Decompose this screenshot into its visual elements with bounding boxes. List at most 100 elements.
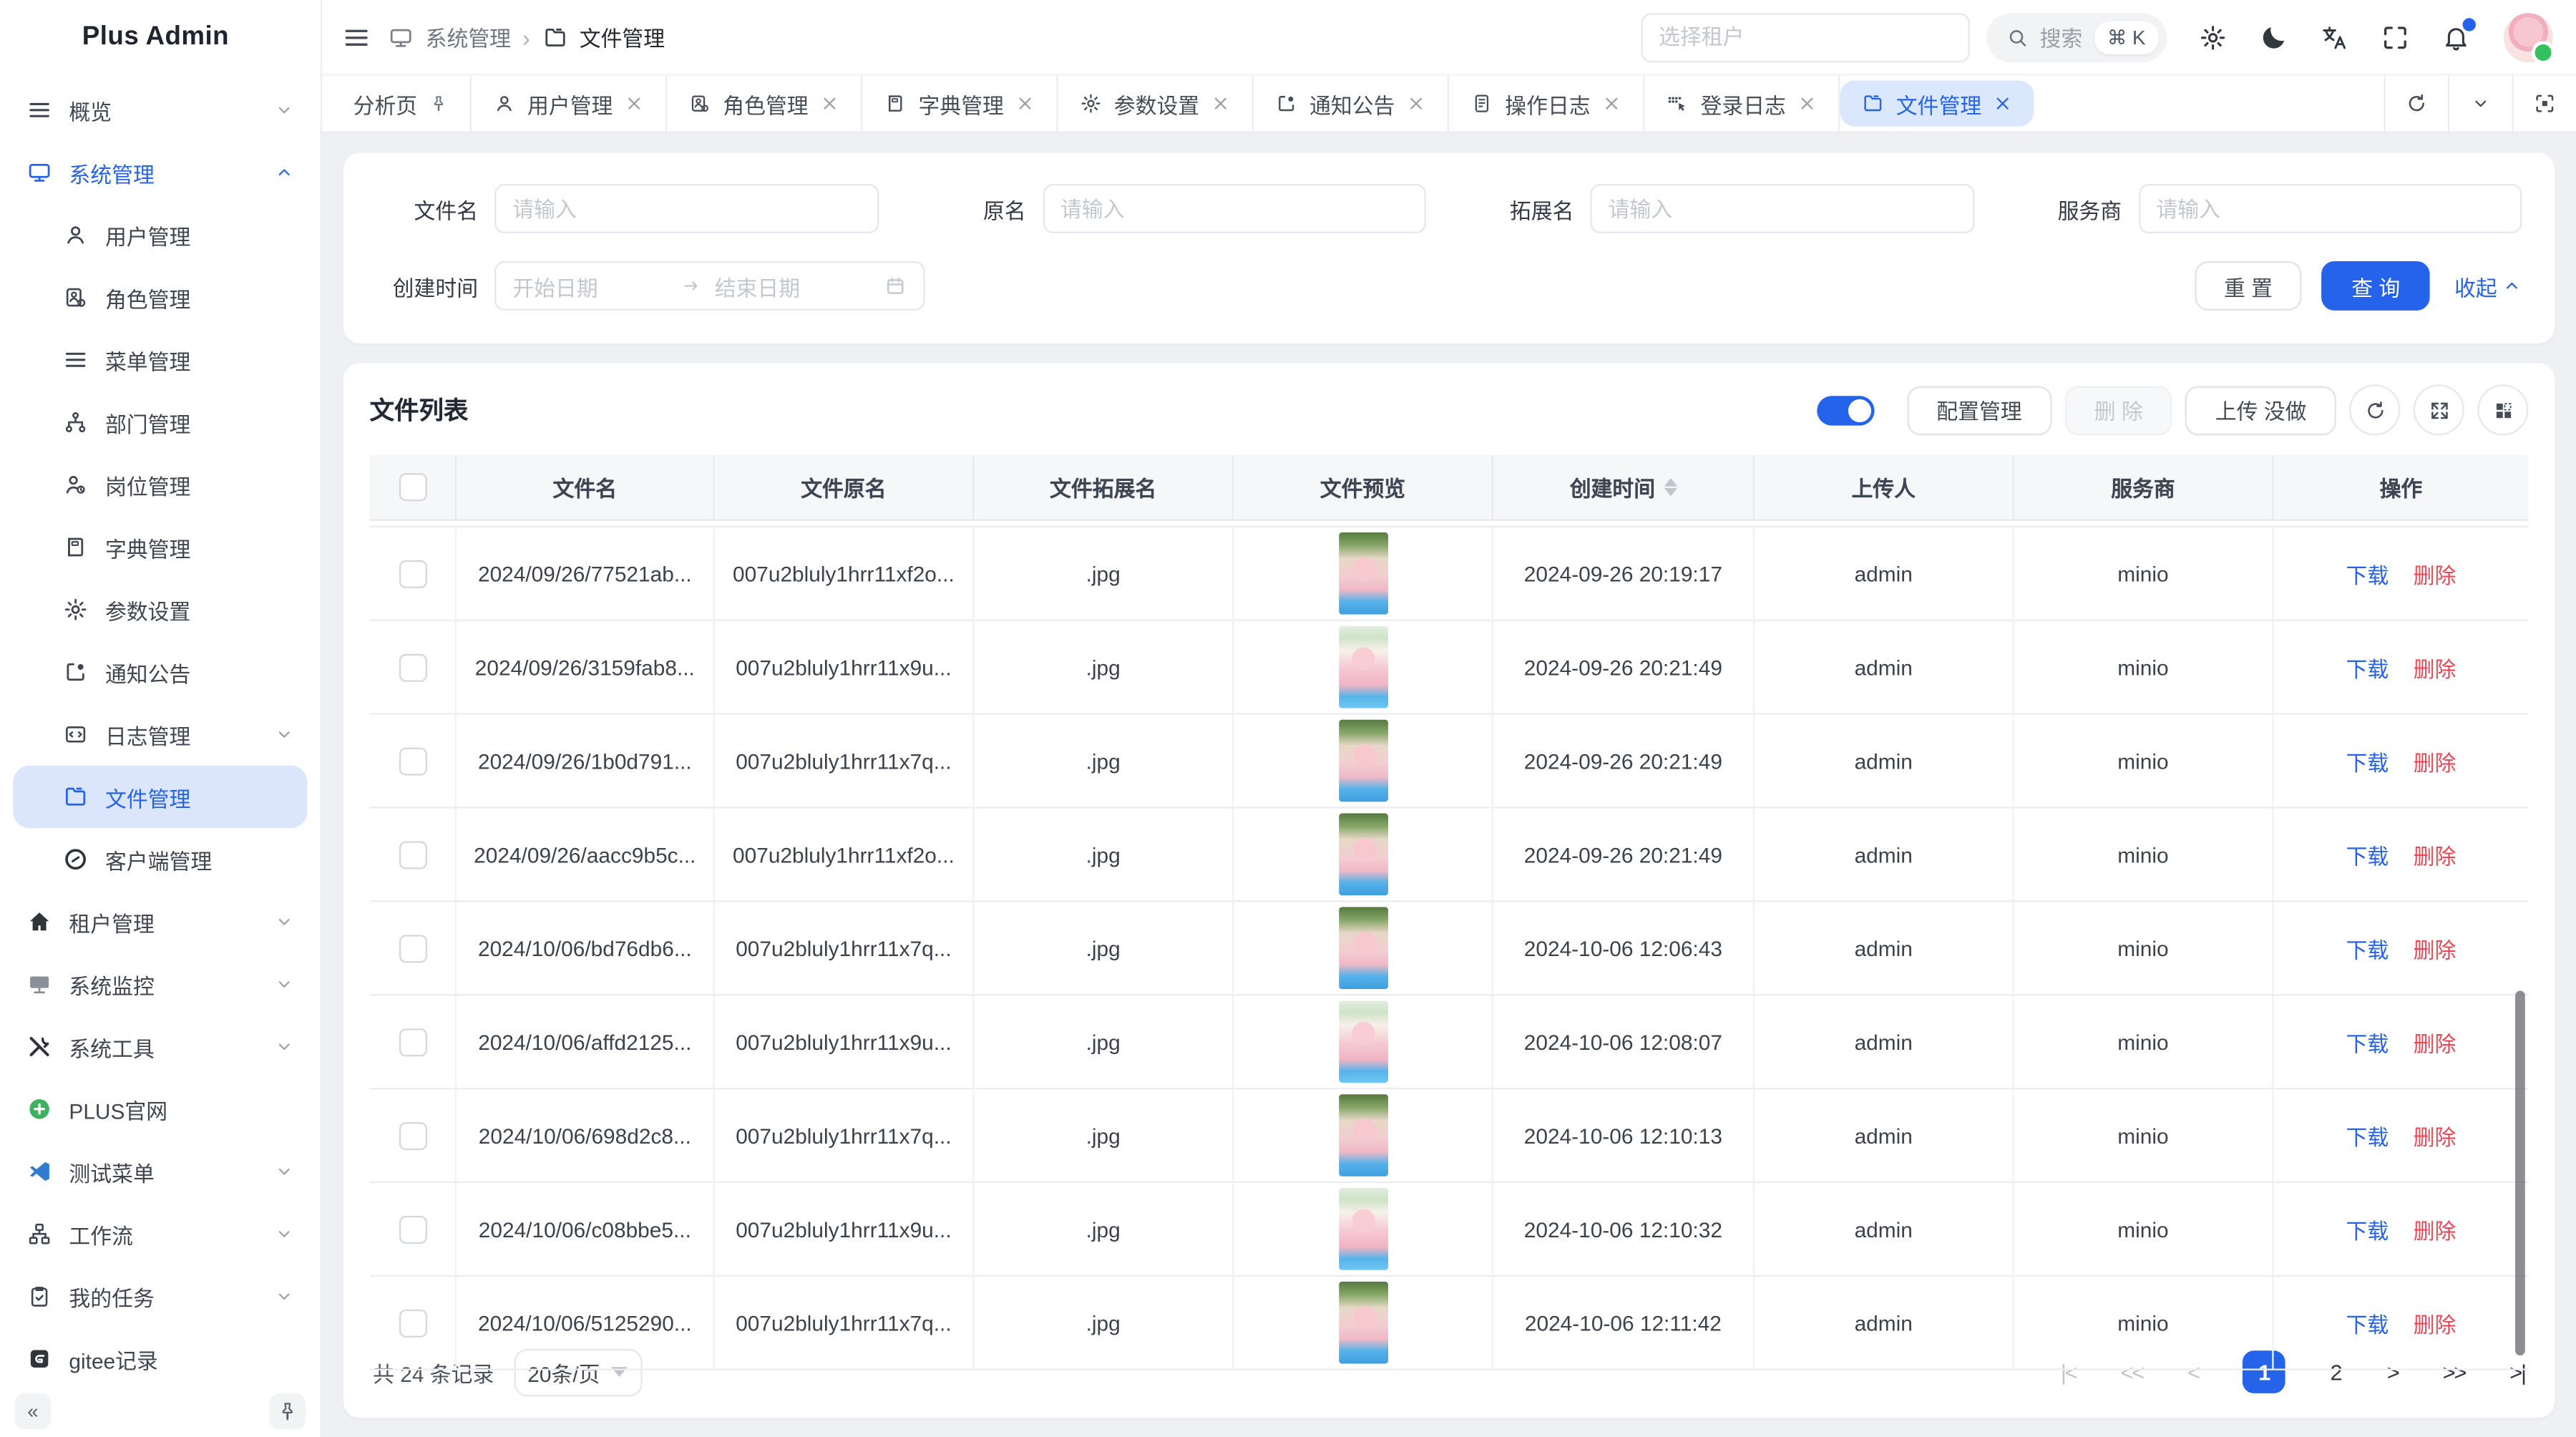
tab-analysis[interactable]: 分析页 [332,76,472,132]
reset-button[interactable]: 重 置 [2195,261,2303,311]
download-link[interactable]: 下载 [2346,839,2389,870]
file-preview-image[interactable] [1338,907,1387,989]
download-link[interactable]: 下载 [2346,1026,2389,1058]
column-settings-button[interactable] [2477,384,2528,435]
tab-param-settings[interactable]: 参数设置 [1058,76,1254,132]
close-icon[interactable] [1993,94,2013,114]
delete-link[interactable]: 删除 [2414,651,2457,683]
filter-input-provider[interactable] [2138,184,2522,233]
download-link[interactable]: 下载 [2346,745,2389,776]
sidebar-item-department-management[interactable]: 部门管理 [13,391,307,453]
close-icon[interactable] [1407,94,1427,114]
row-checkbox[interactable] [399,840,426,868]
sidebar-item-role-management[interactable]: 角色管理 [13,266,307,328]
tab-role-management[interactable]: 角色管理 [667,76,862,132]
download-link[interactable]: 下载 [2346,651,2389,683]
row-checkbox[interactable] [399,560,426,588]
sidebar-item-notice[interactable]: 通知公告 [13,640,307,703]
sidebar-item-system-management[interactable]: 系统管理 [13,141,307,203]
sidebar-item-system-tools[interactable]: 系统工具 [13,1015,307,1078]
file-preview-image[interactable] [1338,532,1387,615]
tabs-menu-button[interactable] [2448,76,2512,132]
tenant-select[interactable] [1641,12,1969,62]
select-all-checkbox[interactable] [399,473,426,501]
filter-input-extension[interactable] [1590,184,1974,233]
sidebar-item-tenant-management[interactable]: 租户管理 [13,890,307,953]
col-original-name[interactable]: 文件原名 [715,455,975,521]
filter-input-filename[interactable] [494,184,878,233]
close-icon[interactable] [1797,94,1818,114]
row-checkbox[interactable] [399,1121,426,1149]
sidebar-item-menu-management[interactable]: 菜单管理 [13,328,307,391]
sidebar-item-gitee-log[interactable]: gitee记录 [13,1328,307,1390]
upload-button[interactable]: 上传 没做 [2185,385,2336,434]
tab-notice[interactable]: 通知公告 [1254,76,1449,132]
tab-file-management[interactable]: 文件管理 [1840,80,2034,126]
file-preview-image[interactable] [1338,1188,1387,1270]
col-created-time[interactable]: 创建时间 [1493,455,1755,521]
expand-table-button[interactable] [2414,384,2464,435]
file-preview-image[interactable] [1338,1094,1387,1177]
row-checkbox[interactable] [399,746,426,774]
file-preview-image[interactable] [1338,813,1387,895]
date-range-picker[interactable]: 开始日期 结束日期 [494,261,925,311]
sidebar-item-overview[interactable]: 概览 [13,79,307,141]
dark-mode-button[interactable] [2259,22,2288,52]
file-preview-image[interactable] [1338,626,1387,708]
sidebar-pin-button[interactable] [270,1393,306,1430]
settings-button[interactable] [2198,22,2228,52]
sidebar-item-log-management[interactable]: 日志管理 [13,703,307,766]
sidebar-item-client-management[interactable]: 客户端管理 [13,828,307,890]
row-checkbox[interactable] [399,1215,426,1243]
sidebar-item-workflow[interactable]: 工作流 [13,1203,307,1265]
refresh-tab-button[interactable] [2384,76,2448,132]
collapse-menu-button[interactable] [342,22,371,52]
pin-icon[interactable] [429,94,449,114]
refresh-table-button[interactable] [2349,384,2400,435]
search-toggle[interactable] [1817,395,1874,424]
sidebar-item-param-settings[interactable]: 参数设置 [13,578,307,640]
sidebar-collapse-button[interactable]: « [15,1393,52,1430]
content-fullscreen-button[interactable] [2512,76,2576,132]
sidebar-item-dict-management[interactable]: 字典管理 [13,516,307,578]
col-extension[interactable]: 文件拓展名 [974,455,1234,521]
delete-link[interactable]: 删除 [2414,932,2457,964]
row-checkbox[interactable] [399,1028,426,1056]
delete-link[interactable]: 删除 [2414,1214,2457,1245]
table-scrollbar[interactable] [2515,990,2525,1355]
tab-operation-log[interactable]: 操作日志 [1449,76,1644,132]
col-file-name[interactable]: 文件名 [457,455,714,521]
language-button[interactable] [2320,22,2349,52]
sidebar-item-my-tasks[interactable]: 我的任务 [13,1265,307,1328]
delete-link[interactable]: 删除 [2414,745,2457,776]
close-icon[interactable] [1015,94,1035,114]
delete-link[interactable]: 删除 [2414,1307,2457,1338]
delete-link[interactable]: 删除 [2414,1026,2457,1058]
tab-user-management[interactable]: 用户管理 [472,76,667,132]
fullscreen-button[interactable] [2381,22,2410,52]
col-uploader[interactable]: 上传人 [1755,455,2014,521]
download-link[interactable]: 下载 [2346,1120,2389,1151]
file-preview-image[interactable] [1338,720,1387,802]
breadcrumb-parent[interactable]: 系统管理 [426,21,511,53]
sort-carets-icon[interactable] [1664,478,1677,496]
download-link[interactable]: 下载 [2346,1214,2389,1245]
row-checkbox[interactable] [399,653,426,681]
download-link[interactable]: 下载 [2346,932,2389,964]
download-link[interactable]: 下载 [2346,557,2389,589]
row-checkbox[interactable] [399,934,426,962]
sidebar-item-post-management[interactable]: 岗位管理 [13,454,307,516]
sidebar-item-file-management[interactable]: 文件管理 [13,766,307,828]
sidebar-item-user-management[interactable]: 用户管理 [13,204,307,266]
file-preview-image[interactable] [1338,1000,1387,1083]
global-search[interactable]: 搜索 ⌘ K [1986,12,2167,62]
delete-link[interactable]: 删除 [2414,1120,2457,1151]
sidebar-item-system-monitor[interactable]: 系统监控 [13,953,307,1015]
close-icon[interactable] [1211,94,1231,114]
col-preview[interactable]: 文件预览 [1234,455,1493,521]
close-icon[interactable] [625,94,645,114]
file-preview-image[interactable] [1338,1282,1387,1364]
delete-button[interactable]: 删 除 [2064,385,2172,434]
close-icon[interactable] [1602,94,1622,114]
col-provider[interactable]: 服务商 [2014,455,2274,521]
